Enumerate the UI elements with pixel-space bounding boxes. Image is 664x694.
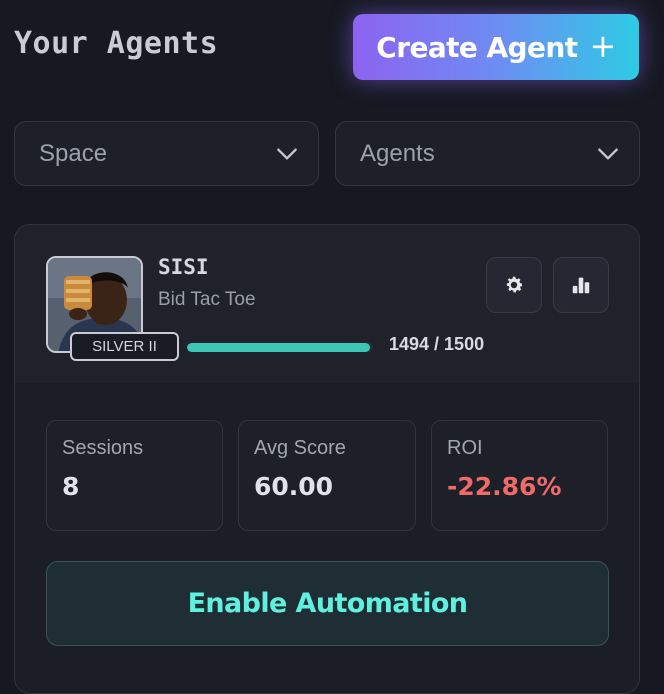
xp-progress-fill	[187, 343, 371, 352]
settings-button[interactable]	[486, 257, 542, 313]
chevron-down-icon	[598, 147, 618, 160]
xp-progress-text: 1494 / 1500	[389, 334, 485, 354]
stat-avg-score: Avg Score 60.00	[238, 420, 416, 531]
stat-label: Avg Score	[254, 437, 346, 459]
stat-value: 8	[62, 472, 80, 501]
agent-game: Bid Tac Toe	[158, 289, 256, 310]
bar-chart-icon	[572, 277, 590, 294]
create-agent-button[interactable]: Create Agent +	[353, 14, 639, 80]
page-title: Your Agents	[14, 26, 219, 61]
stat-label: Sessions	[62, 437, 144, 459]
gear-icon	[506, 276, 523, 293]
enable-automation-button[interactable]: Enable Automation	[46, 561, 609, 646]
xp-progress-bar	[187, 343, 373, 352]
agent-card: SILVER II SISI Bid Tac Toe 1494 / 1500 S…	[14, 224, 640, 694]
stat-label: ROI	[447, 437, 483, 459]
stat-roi: ROI -22.86%	[431, 420, 608, 531]
agents-dropdown[interactable]: Agents	[335, 121, 640, 186]
rank-badge: SILVER II	[70, 332, 179, 361]
plus-icon: +	[589, 26, 616, 65]
space-dropdown[interactable]: Space	[14, 121, 319, 186]
chevron-down-icon	[277, 147, 297, 160]
agents-dropdown-label: Agents	[360, 139, 435, 167]
page-header: Your Agents Create Agent +	[0, 0, 664, 100]
stat-value: -22.86%	[447, 472, 562, 501]
stats-button[interactable]	[553, 257, 609, 313]
create-agent-label: Create Agent	[376, 30, 578, 64]
space-dropdown-label: Space	[39, 139, 108, 167]
stat-value: 60.00	[254, 472, 334, 501]
agent-name: SISI	[158, 255, 209, 279]
stat-sessions: Sessions 8	[46, 420, 223, 531]
